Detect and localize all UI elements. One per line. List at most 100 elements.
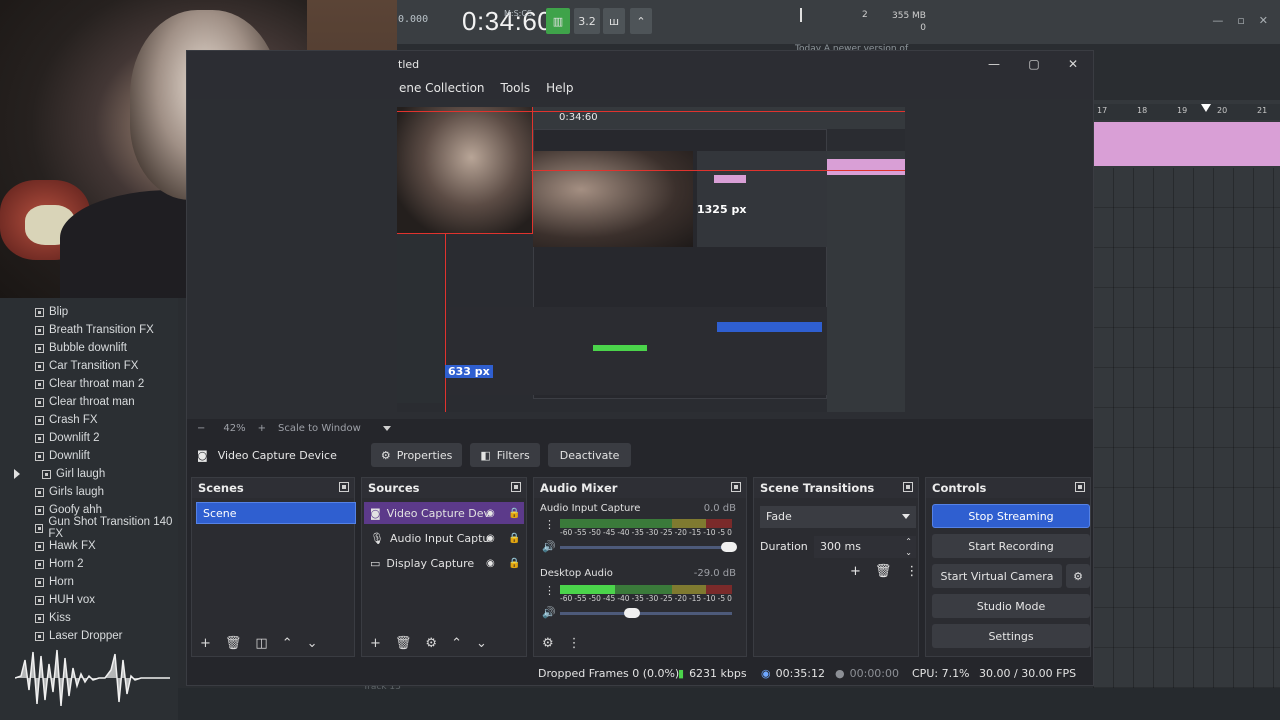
minimize-icon[interactable]: — (985, 55, 1003, 73)
playhead-marker[interactable] (1201, 104, 1211, 112)
visibility-eye-icon[interactable]: ◉ (486, 533, 495, 544)
studio-mode-button[interactable]: Studio Mode (932, 594, 1090, 618)
browser-list-item[interactable]: Car Transition FX (0, 357, 178, 375)
browser-list-item[interactable]: Horn (0, 573, 178, 591)
browser-list-item[interactable]: Horn 2 (0, 555, 178, 573)
daw-metronome-icon[interactable]: ⌃ (630, 8, 652, 34)
record-time: 00:00:00 (849, 667, 900, 680)
start-recording-button[interactable]: Start Recording (932, 534, 1090, 558)
volume-fader[interactable] (560, 608, 732, 618)
zoom-mode-chevron-icon[interactable] (382, 425, 391, 431)
menu-tools[interactable]: Tools (493, 77, 539, 99)
remove-scene-icon[interactable]: 🗑 (225, 636, 242, 651)
properties-button[interactable]: ⚙ Properties (370, 443, 463, 467)
fader-knob[interactable] (720, 542, 737, 552)
maximize-icon[interactable]: ▢ (1025, 55, 1043, 73)
browser-list-item[interactable]: Hawk FX (0, 537, 178, 555)
visibility-eye-icon[interactable]: ◉ (486, 508, 495, 519)
daw-wave-icon[interactable]: ш (603, 8, 625, 34)
deactivate-button[interactable]: Deactivate (547, 443, 632, 467)
browser-list-item[interactable]: Blip (0, 303, 178, 321)
daw-minimize-icon[interactable]: — (1212, 14, 1223, 27)
browser-list-item[interactable]: Downlift 2 (0, 429, 178, 447)
close-icon[interactable]: ✕ (1064, 55, 1082, 73)
visibility-eye-icon[interactable]: ◉ (486, 558, 495, 569)
virtual-camera-settings-icon[interactable]: ⚙ (1066, 564, 1090, 588)
browser-list-item[interactable]: Girl laugh (0, 465, 178, 483)
transition-select[interactable]: Fade (760, 506, 916, 528)
lock-icon[interactable]: 🔒 (508, 508, 520, 519)
expand-arrow-icon[interactable] (14, 469, 20, 479)
channel-menu-icon[interactable]: ⋮ (544, 518, 555, 531)
source-item-display-capture[interactable]: ▭ Display Capture ◉ 🔒 (364, 552, 524, 574)
move-down-icon[interactable]: ⌄ (476, 636, 487, 651)
undock-icon[interactable] (1075, 482, 1085, 492)
stop-streaming-button[interactable]: Stop Streaming (932, 504, 1090, 528)
folder-icon (35, 415, 44, 425)
zoom-mode-label[interactable]: Scale to Window (278, 423, 361, 434)
start-virtual-camera-button[interactable]: Start Virtual Camera (932, 564, 1062, 588)
move-up-icon[interactable]: ⌃ (282, 636, 293, 651)
daw-pattern-icon[interactable]: ▥ (546, 8, 570, 34)
menu-help[interactable]: Help (538, 77, 581, 99)
transition-menu-icon[interactable]: ⋮ (905, 564, 918, 579)
lock-icon[interactable]: 🔒 (508, 558, 520, 569)
folder-icon (35, 595, 44, 605)
browser-list-item[interactable]: Crash FX (0, 411, 178, 429)
duration-input[interactable]: 300 ms ⌃ ⌄ (814, 536, 916, 558)
browser-list-item[interactable]: Gun Shot Transition 140 FX (0, 516, 178, 540)
move-down-icon[interactable]: ⌄ (307, 636, 318, 651)
speaker-icon[interactable]: 🔊 (542, 606, 556, 619)
add-transition-icon[interactable]: + (850, 564, 861, 579)
lock-icon[interactable]: 🔒 (508, 533, 520, 544)
browser-list-item[interactable]: Laser Dropper (0, 627, 178, 645)
browser-list-item[interactable]: HUH vox (0, 591, 178, 609)
folder-icon (35, 505, 44, 515)
browser-item-label: Girls laugh (49, 486, 104, 498)
browser-list-item[interactable]: Kiss (0, 609, 178, 627)
browser-list-item[interactable]: Downlift (0, 447, 178, 465)
daw-close-icon[interactable]: ✕ (1259, 14, 1268, 27)
microphone-icon: 🎙 (370, 531, 384, 545)
volume-fader[interactable] (560, 542, 737, 552)
source-properties-icon[interactable]: ⚙ (425, 636, 437, 651)
add-source-icon[interactable]: + (370, 636, 381, 651)
audio-clip[interactable] (1094, 122, 1280, 166)
menu-scene-collection[interactable]: ene Collection (391, 77, 493, 99)
zoom-out-button[interactable]: − (197, 423, 205, 434)
fader-knob[interactable] (624, 608, 641, 618)
folder-icon (42, 469, 51, 479)
undock-icon[interactable] (511, 482, 521, 492)
undock-icon[interactable] (903, 482, 913, 492)
sources-dock-title: Sources (362, 478, 526, 498)
browser-list-item[interactable]: Clear throat man 2 (0, 375, 178, 393)
daw-maximize-icon[interactable]: ▫ (1237, 14, 1244, 27)
channel-menu-icon[interactable]: ⋮ (544, 584, 555, 597)
deactivate-label: Deactivate (559, 448, 620, 462)
add-scene-icon[interactable]: + (200, 636, 211, 651)
remove-transition-icon[interactable]: 🗑 (875, 564, 892, 579)
zoom-in-button[interactable]: + (258, 423, 266, 434)
transition-value: Fade (766, 510, 792, 523)
filters-button[interactable]: ◧ Filters (470, 443, 540, 467)
advanced-audio-icon[interactable]: ⚙ (542, 636, 554, 651)
remove-source-icon[interactable]: 🗑 (395, 636, 412, 651)
browser-list-item[interactable]: Clear throat man (0, 393, 178, 411)
source-item-video-capture[interactable]: ◙ Video Capture Dev ◉ 🔒 (364, 502, 524, 524)
fps-readout: 30.00 / 30.00 FPS (979, 667, 1077, 680)
settings-button[interactable]: Settings (932, 624, 1090, 648)
scene-filters-icon[interactable]: ◫ (255, 636, 267, 651)
browser-item-label: Clear throat man 2 (49, 378, 145, 390)
stepper-icon[interactable]: ⌃ ⌄ (905, 536, 912, 558)
undock-icon[interactable] (731, 482, 741, 492)
browser-list-item[interactable]: Breath Transition FX (0, 321, 178, 339)
browser-list-item[interactable]: Girls laugh (0, 483, 178, 501)
speaker-icon[interactable]: 🔊 (542, 540, 556, 553)
mixer-menu-icon[interactable]: ⋮ (568, 636, 581, 651)
undock-icon[interactable] (339, 482, 349, 492)
source-item-audio-input[interactable]: 🎙 Audio Input Captu ◉ 🔒 (364, 527, 524, 549)
browser-list-item[interactable]: Bubble downlift (0, 339, 178, 357)
scene-list-item[interactable]: Scene (196, 502, 356, 524)
daw-tempo[interactable]: 3.2 (574, 8, 600, 34)
move-up-icon[interactable]: ⌃ (451, 636, 462, 651)
